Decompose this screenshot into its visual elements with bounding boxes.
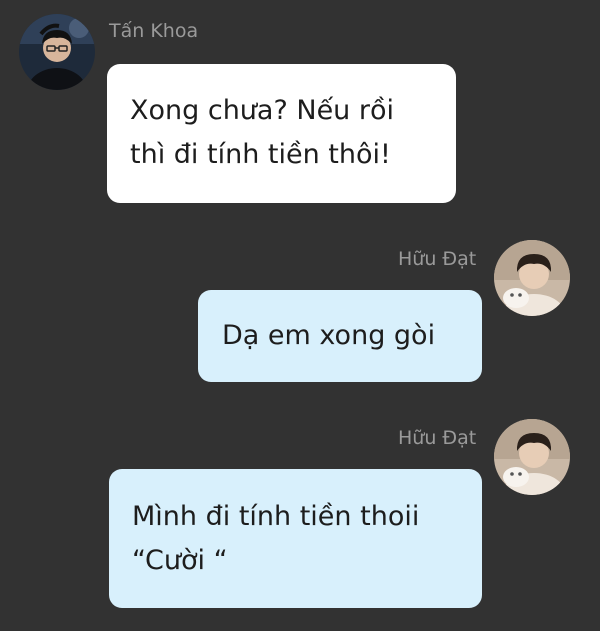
avatar-huu-dat[interactable] bbox=[494, 419, 570, 495]
message-text-line: Xong chưa? Nếu rồi bbox=[130, 95, 395, 126]
sender-name-tan-khoa: Tấn Khoa bbox=[109, 20, 199, 42]
avatar-tan-khoa[interactable] bbox=[19, 14, 95, 90]
sender-name-huu-dat: Hữu Đạt bbox=[398, 248, 477, 270]
message-text-line: Mình đi tính tiền thoii bbox=[132, 501, 420, 532]
message-bubble-outgoing[interactable]: Mình đi tính tiền thoii “Cười “ bbox=[109, 469, 482, 608]
user-avatar-icon bbox=[494, 419, 570, 495]
message-text-line: thì đi tính tiền thôi! bbox=[130, 139, 391, 170]
user-avatar-icon bbox=[19, 14, 95, 90]
user-avatar-icon bbox=[494, 240, 570, 316]
message-bubble-incoming[interactable]: Xong chưa? Nếu rồi thì đi tính tiền thôi… bbox=[107, 64, 456, 203]
avatar-huu-dat[interactable] bbox=[494, 240, 570, 316]
message-text-line: Dạ em xong gòi bbox=[222, 320, 436, 351]
sender-name-huu-dat: Hữu Đạt bbox=[398, 427, 477, 449]
message-text-line: “Cười “ bbox=[132, 545, 228, 576]
message-bubble-outgoing[interactable]: Dạ em xong gòi bbox=[198, 290, 482, 382]
